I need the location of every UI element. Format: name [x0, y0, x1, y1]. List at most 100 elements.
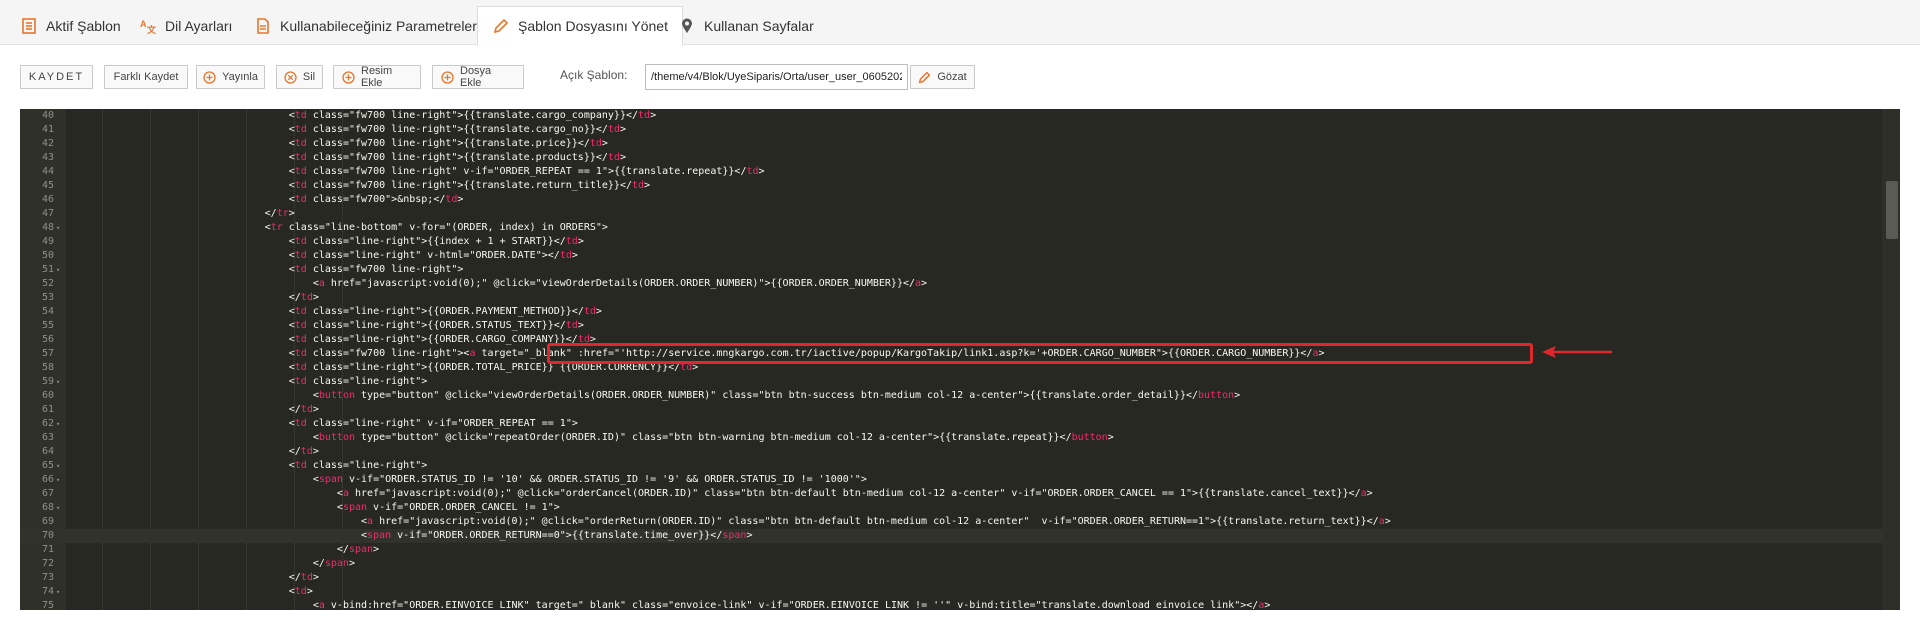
- code-line[interactable]: 53 </td>: [20, 291, 1882, 305]
- code-line[interactable]: 62 ▾ <td class="line-right" v-if="ORDER_R…: [20, 417, 1882, 431]
- code-text: <span v-if="ORDER.STATUS_ID != '10' && O…: [312, 474, 867, 485]
- add-image-button[interactable]: Resim Ekle: [333, 65, 421, 89]
- code-line[interactable]: 69 <a href="javascript:void(0);" @click=…: [20, 515, 1882, 529]
- save-as-button[interactable]: Farklı Kaydet: [104, 65, 188, 89]
- code-line[interactable]: 64 </td>: [20, 445, 1882, 459]
- line-number: 70: [41, 530, 54, 541]
- code-line[interactable]: 52 <a href="javascript:void(0);" @click=…: [20, 277, 1882, 291]
- code-editor[interactable]: 40 <td class="fw700 line-right">{{transl…: [20, 109, 1900, 610]
- code-text: <span v-if="ORDER.ORDER_CANCEL != 1">: [336, 502, 560, 513]
- line-number: 43: [41, 152, 54, 163]
- tab-sablon-dosyasi[interactable]: Şablon Dosyasını Yönet: [477, 6, 683, 46]
- code-text: </span>: [312, 558, 355, 569]
- add-file-button[interactable]: Dosya Ekle: [432, 65, 524, 89]
- code-text: <a href="javascript:void(0);" @click="or…: [360, 516, 1391, 527]
- line-number: 72: [41, 558, 54, 569]
- code-line[interactable]: 54 <td class="line-right">{{ORDER.PAYMEN…: [20, 305, 1882, 319]
- code-line[interactable]: 73 </td>: [20, 571, 1882, 585]
- toolbar: KAYDET Farklı Kaydet Yayınla Sil Resim E…: [0, 46, 1920, 108]
- tab-bar: Aktif Şablon A文 Dil Ayarları Kullanabile…: [0, 0, 1920, 46]
- code-text: <td class="fw700 line-right">{{translate…: [288, 124, 626, 135]
- fold-toggle-icon[interactable]: ▾: [56, 417, 64, 431]
- delete-label: Sil: [302, 71, 316, 83]
- scrollbar-thumb[interactable]: [1886, 181, 1898, 239]
- tab-label: Şablon Dosyasını Yönet: [518, 18, 668, 34]
- plus-circle-icon: [203, 70, 216, 84]
- line-number: 71: [41, 544, 54, 555]
- browse-button[interactable]: Gözat: [910, 65, 975, 89]
- tab-kullanan-sayfalar[interactable]: Kullanan Sayfalar: [664, 6, 828, 45]
- translate-icon: A文: [139, 17, 157, 35]
- line-number: 57: [41, 348, 54, 359]
- tab-aktif-sablon[interactable]: Aktif Şablon: [6, 6, 135, 45]
- code-text: <a v-bind:href="ORDER.EINVOICE_LINK" tar…: [312, 600, 1271, 610]
- code-text: <td class="fw700 line-right" v-if="ORDER…: [288, 166, 765, 177]
- code-line[interactable]: 40 <td class="fw700 line-right">{{transl…: [20, 109, 1882, 123]
- tab-label: Aktif Şablon: [46, 17, 121, 34]
- tab-label: Kullanan Sayfalar: [704, 17, 814, 34]
- code-line[interactable]: 47 </tr>: [20, 207, 1882, 221]
- plus-circle-icon: [342, 70, 355, 84]
- fold-toggle-icon[interactable]: ▾: [56, 473, 64, 487]
- code-line[interactable]: 74 ▾ <td>: [20, 585, 1882, 599]
- code-line[interactable]: 48 ▾ <tr class="line-bottom" v-for="(ORDE…: [20, 221, 1882, 235]
- tab-parametreler[interactable]: Kullanabileceğiniz Parametreler: [240, 6, 491, 45]
- fold-toggle-icon[interactable]: ▾: [56, 375, 64, 389]
- code-line[interactable]: 71 </span>: [20, 543, 1882, 557]
- fold-toggle-icon[interactable]: ▾: [56, 501, 64, 515]
- document-icon: [254, 17, 272, 35]
- template-path-input[interactable]: [645, 64, 908, 90]
- vertical-scrollbar[interactable]: [1882, 109, 1900, 610]
- code-text: <td class="line-right" v-if="ORDER_REPEA…: [288, 418, 578, 429]
- highlight-box: [547, 343, 1533, 364]
- code-text: </td>: [288, 446, 319, 457]
- code-text: <td class="line-right">{{ORDER.CARGO_COM…: [288, 334, 596, 345]
- fold-toggle-icon[interactable]: ▾: [56, 459, 64, 473]
- line-number: 59: [41, 376, 54, 387]
- code-line[interactable]: 67 <a href="javascript:void(0);" @click=…: [20, 487, 1882, 501]
- code-text: <span v-if="ORDER.ORDER_RETURN==0">{{tra…: [360, 530, 753, 541]
- line-number: 44: [41, 166, 54, 177]
- fold-toggle-icon[interactable]: ▾: [56, 263, 64, 277]
- code-line[interactable]: 45 <td class="fw700 line-right">{{transl…: [20, 179, 1882, 193]
- code-line[interactable]: 55 <td class="line-right">{{ORDER.STATUS…: [20, 319, 1882, 333]
- code-line[interactable]: 75 <a v-bind:href="ORDER.EINVOICE_LINK" …: [20, 599, 1882, 610]
- code-line[interactable]: 42 <td class="fw700 line-right">{{transl…: [20, 137, 1882, 151]
- code-text: </td>: [288, 404, 319, 415]
- code-line[interactable]: 72 </span>: [20, 557, 1882, 571]
- tab-dil-ayarlari[interactable]: A文 Dil Ayarları: [125, 6, 246, 45]
- save-button[interactable]: KAYDET: [20, 65, 93, 89]
- code-line[interactable]: 61 </td>: [20, 403, 1882, 417]
- line-number: 64: [41, 446, 54, 457]
- code-text: <a href="javascript:void(0);" @click="or…: [336, 488, 1373, 499]
- code-line[interactable]: 66 ▾ <span v-if="ORDER.STATUS_ID != '10' …: [20, 473, 1882, 487]
- code-line[interactable]: 41 <td class="fw700 line-right">{{transl…: [20, 123, 1882, 137]
- fold-toggle-icon[interactable]: ▾: [56, 221, 64, 235]
- close-circle-icon: [284, 70, 297, 84]
- delete-button[interactable]: Sil: [276, 65, 323, 89]
- code-line[interactable]: 63 <button type="button" @click="repeatO…: [20, 431, 1882, 445]
- code-line[interactable]: 49 <td class="line-right">{{index + 1 + …: [20, 235, 1882, 249]
- line-number: 55: [41, 320, 54, 331]
- tab-label: Dil Ayarları: [165, 17, 233, 34]
- code-text: <tr class="line-bottom" v-for="(ORDER, i…: [264, 222, 608, 233]
- line-number: 52: [41, 278, 54, 289]
- code-text: </td>: [288, 292, 319, 303]
- code-line[interactable]: 59 ▾ <td class="line-right">: [20, 375, 1882, 389]
- code-line[interactable]: 70 <span v-if="ORDER.ORDER_RETURN==0">{{…: [20, 529, 1882, 543]
- line-number: 73: [41, 572, 54, 583]
- code-line[interactable]: 44 <td class="fw700 line-right" v-if="OR…: [20, 165, 1882, 179]
- fold-toggle-icon[interactable]: ▾: [56, 585, 64, 599]
- publish-button[interactable]: Yayınla: [196, 65, 265, 89]
- code-line[interactable]: 50 <td class="line-right" v-html="ORDER.…: [20, 249, 1882, 263]
- code-line[interactable]: 68 ▾ <span v-if="ORDER.ORDER_CANCEL != 1"…: [20, 501, 1882, 515]
- code-text: <td class="fw700 line-right">{{translate…: [288, 180, 651, 191]
- code-text: <td class="line-right">{{ORDER.PAYMENT_M…: [288, 306, 602, 317]
- line-number: 61: [41, 404, 54, 415]
- code-text: </span>: [336, 544, 380, 555]
- code-line[interactable]: 43 <td class="fw700 line-right">{{transl…: [20, 151, 1882, 165]
- code-line[interactable]: 51 ▾ <td class="fw700 line-right">: [20, 263, 1882, 277]
- code-line[interactable]: 65 ▾ <td class="line-right">: [20, 459, 1882, 473]
- code-line[interactable]: 60 <button type="button" @click="viewOrd…: [20, 389, 1882, 403]
- code-line[interactable]: 46 <td class="fw700">&nbsp;</td>: [20, 193, 1882, 207]
